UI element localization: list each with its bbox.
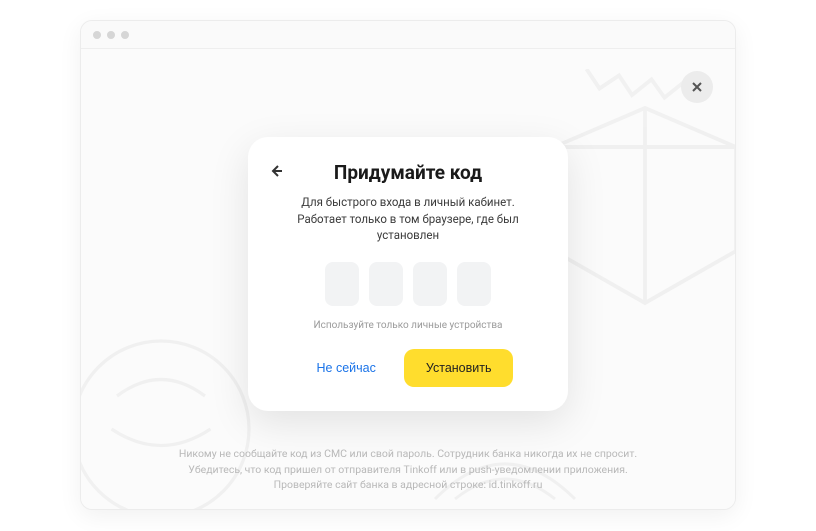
arrow-left-icon: [268, 163, 284, 179]
page-content: Придумайте код Для быстрого входа в личн…: [81, 49, 735, 509]
close-button[interactable]: [681, 71, 713, 103]
pin-digit-input[interactable]: [457, 262, 491, 306]
close-icon: [691, 81, 703, 93]
window-titlebar: [81, 21, 735, 49]
window-dot: [121, 31, 129, 39]
pin-digit-input[interactable]: [325, 262, 359, 306]
window-dot: [107, 31, 115, 39]
pin-input-row: [276, 262, 540, 306]
security-footer: Никому не сообщайте код из СМС или свой …: [81, 446, 735, 493]
pin-digit-input[interactable]: [369, 262, 403, 306]
window-dot: [93, 31, 101, 39]
device-hint: Используйте только личные устройства: [276, 320, 540, 331]
app-frame: Придумайте код Для быстрого входа в личн…: [0, 0, 816, 531]
browser-window: Придумайте код Для быстрого входа в личн…: [80, 20, 736, 510]
button-row: Не сейчас Установить: [276, 349, 540, 387]
modal-subtitle: Для быстрого входа в личный кабинет. Раб…: [280, 194, 536, 244]
not-now-button[interactable]: Не сейчас: [303, 349, 390, 387]
pin-setup-modal: Придумайте код Для быстрого входа в личн…: [248, 137, 568, 411]
set-button[interactable]: Установить: [404, 349, 514, 387]
modal-title: Придумайте код: [276, 161, 540, 184]
pin-digit-input[interactable]: [413, 262, 447, 306]
back-button[interactable]: [262, 157, 290, 185]
